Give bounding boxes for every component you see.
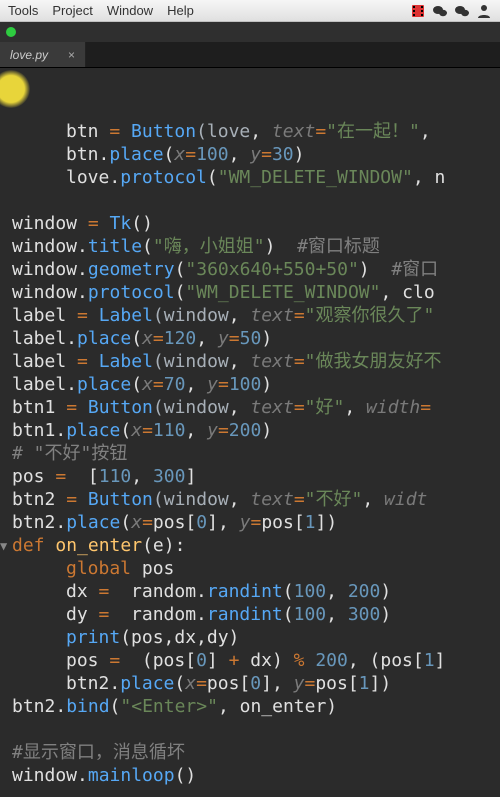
code-line: label = Label(window, text="观察你很久了" xyxy=(12,304,500,327)
wechat-icon[interactable] xyxy=(454,3,470,19)
user-icon[interactable] xyxy=(476,3,492,19)
menubar-right-icons xyxy=(410,0,492,22)
menu-help[interactable]: Help xyxy=(167,3,194,18)
code-line: label = Label(window, text="做我女朋友好不 xyxy=(12,350,500,373)
tab-filename: love.py xyxy=(10,48,48,62)
code-line xyxy=(12,189,500,212)
menu-tools[interactable]: Tools xyxy=(8,3,38,18)
code-editor[interactable]: btn = Button(love, text="在一起！",btn.place… xyxy=(0,68,500,797)
code-line: dy = random.randint(100, 300) xyxy=(12,603,500,626)
code-line: dx = random.randint(100, 200) xyxy=(12,580,500,603)
code-line: # "不好"按钮 xyxy=(12,442,500,465)
menu-window[interactable]: Window xyxy=(107,3,153,18)
code-line: btn2.place(x=pos[0], y=pos[1]) xyxy=(12,511,500,534)
code-line: window = Tk() xyxy=(12,212,500,235)
code-line: window.mainloop() xyxy=(12,764,500,787)
code-line: btn.place(x=100, y=30) xyxy=(12,143,500,166)
cursor-highlight-icon xyxy=(0,70,30,108)
code-line: pos = (pos[0] + dx) % 200, (pos[1] xyxy=(12,649,500,672)
ide-toolbar xyxy=(0,22,500,42)
code-line: #显示窗口，消息循坏 xyxy=(12,741,500,764)
code-line: label.place(x=70, y=100) xyxy=(12,373,500,396)
code-line: btn2 = Button(window, text="不好", widt xyxy=(12,488,500,511)
code-line xyxy=(12,718,500,741)
code-line: global pos xyxy=(12,557,500,580)
code-line: print(pos,dx,dy) xyxy=(12,626,500,649)
code-line: love.protocol("WM_DELETE_WINDOW", n xyxy=(12,166,500,189)
code-line: btn1.place(x=110, y=200) xyxy=(12,419,500,442)
code-line: btn1 = Button(window, text="好", width= xyxy=(12,396,500,419)
tab-love-py[interactable]: love.py × xyxy=(0,42,86,67)
code-line: window.title("嗨，小姐姐") #窗口标题 xyxy=(12,235,500,258)
code-line: ▼def on_enter(e): xyxy=(12,534,500,557)
code-line: window.geometry("360x640+550+50") #窗口 xyxy=(12,258,500,281)
code-line: btn2.place(x=pos[0], y=pos[1]) xyxy=(12,672,500,695)
code-line: window.protocol("WM_DELETE_WINDOW", clo xyxy=(12,281,500,304)
film-icon[interactable] xyxy=(410,3,426,19)
code-line: pos = [110, 300] xyxy=(12,465,500,488)
run-indicator-icon[interactable] xyxy=(6,27,16,37)
system-menubar: Tools Project Window Help xyxy=(0,0,500,22)
close-icon[interactable]: × xyxy=(68,48,75,62)
code-line: btn = Button(love, text="在一起！", xyxy=(12,120,500,143)
code-line: label.place(x=120, y=50) xyxy=(12,327,500,350)
wechat-icon[interactable] xyxy=(432,3,448,19)
fold-arrow-icon[interactable]: ▼ xyxy=(0,535,12,558)
menu-project[interactable]: Project xyxy=(52,3,92,18)
code-line: btn2.bind("<Enter>", on_enter) xyxy=(12,695,500,718)
editor-tabbar: love.py × xyxy=(0,42,500,68)
